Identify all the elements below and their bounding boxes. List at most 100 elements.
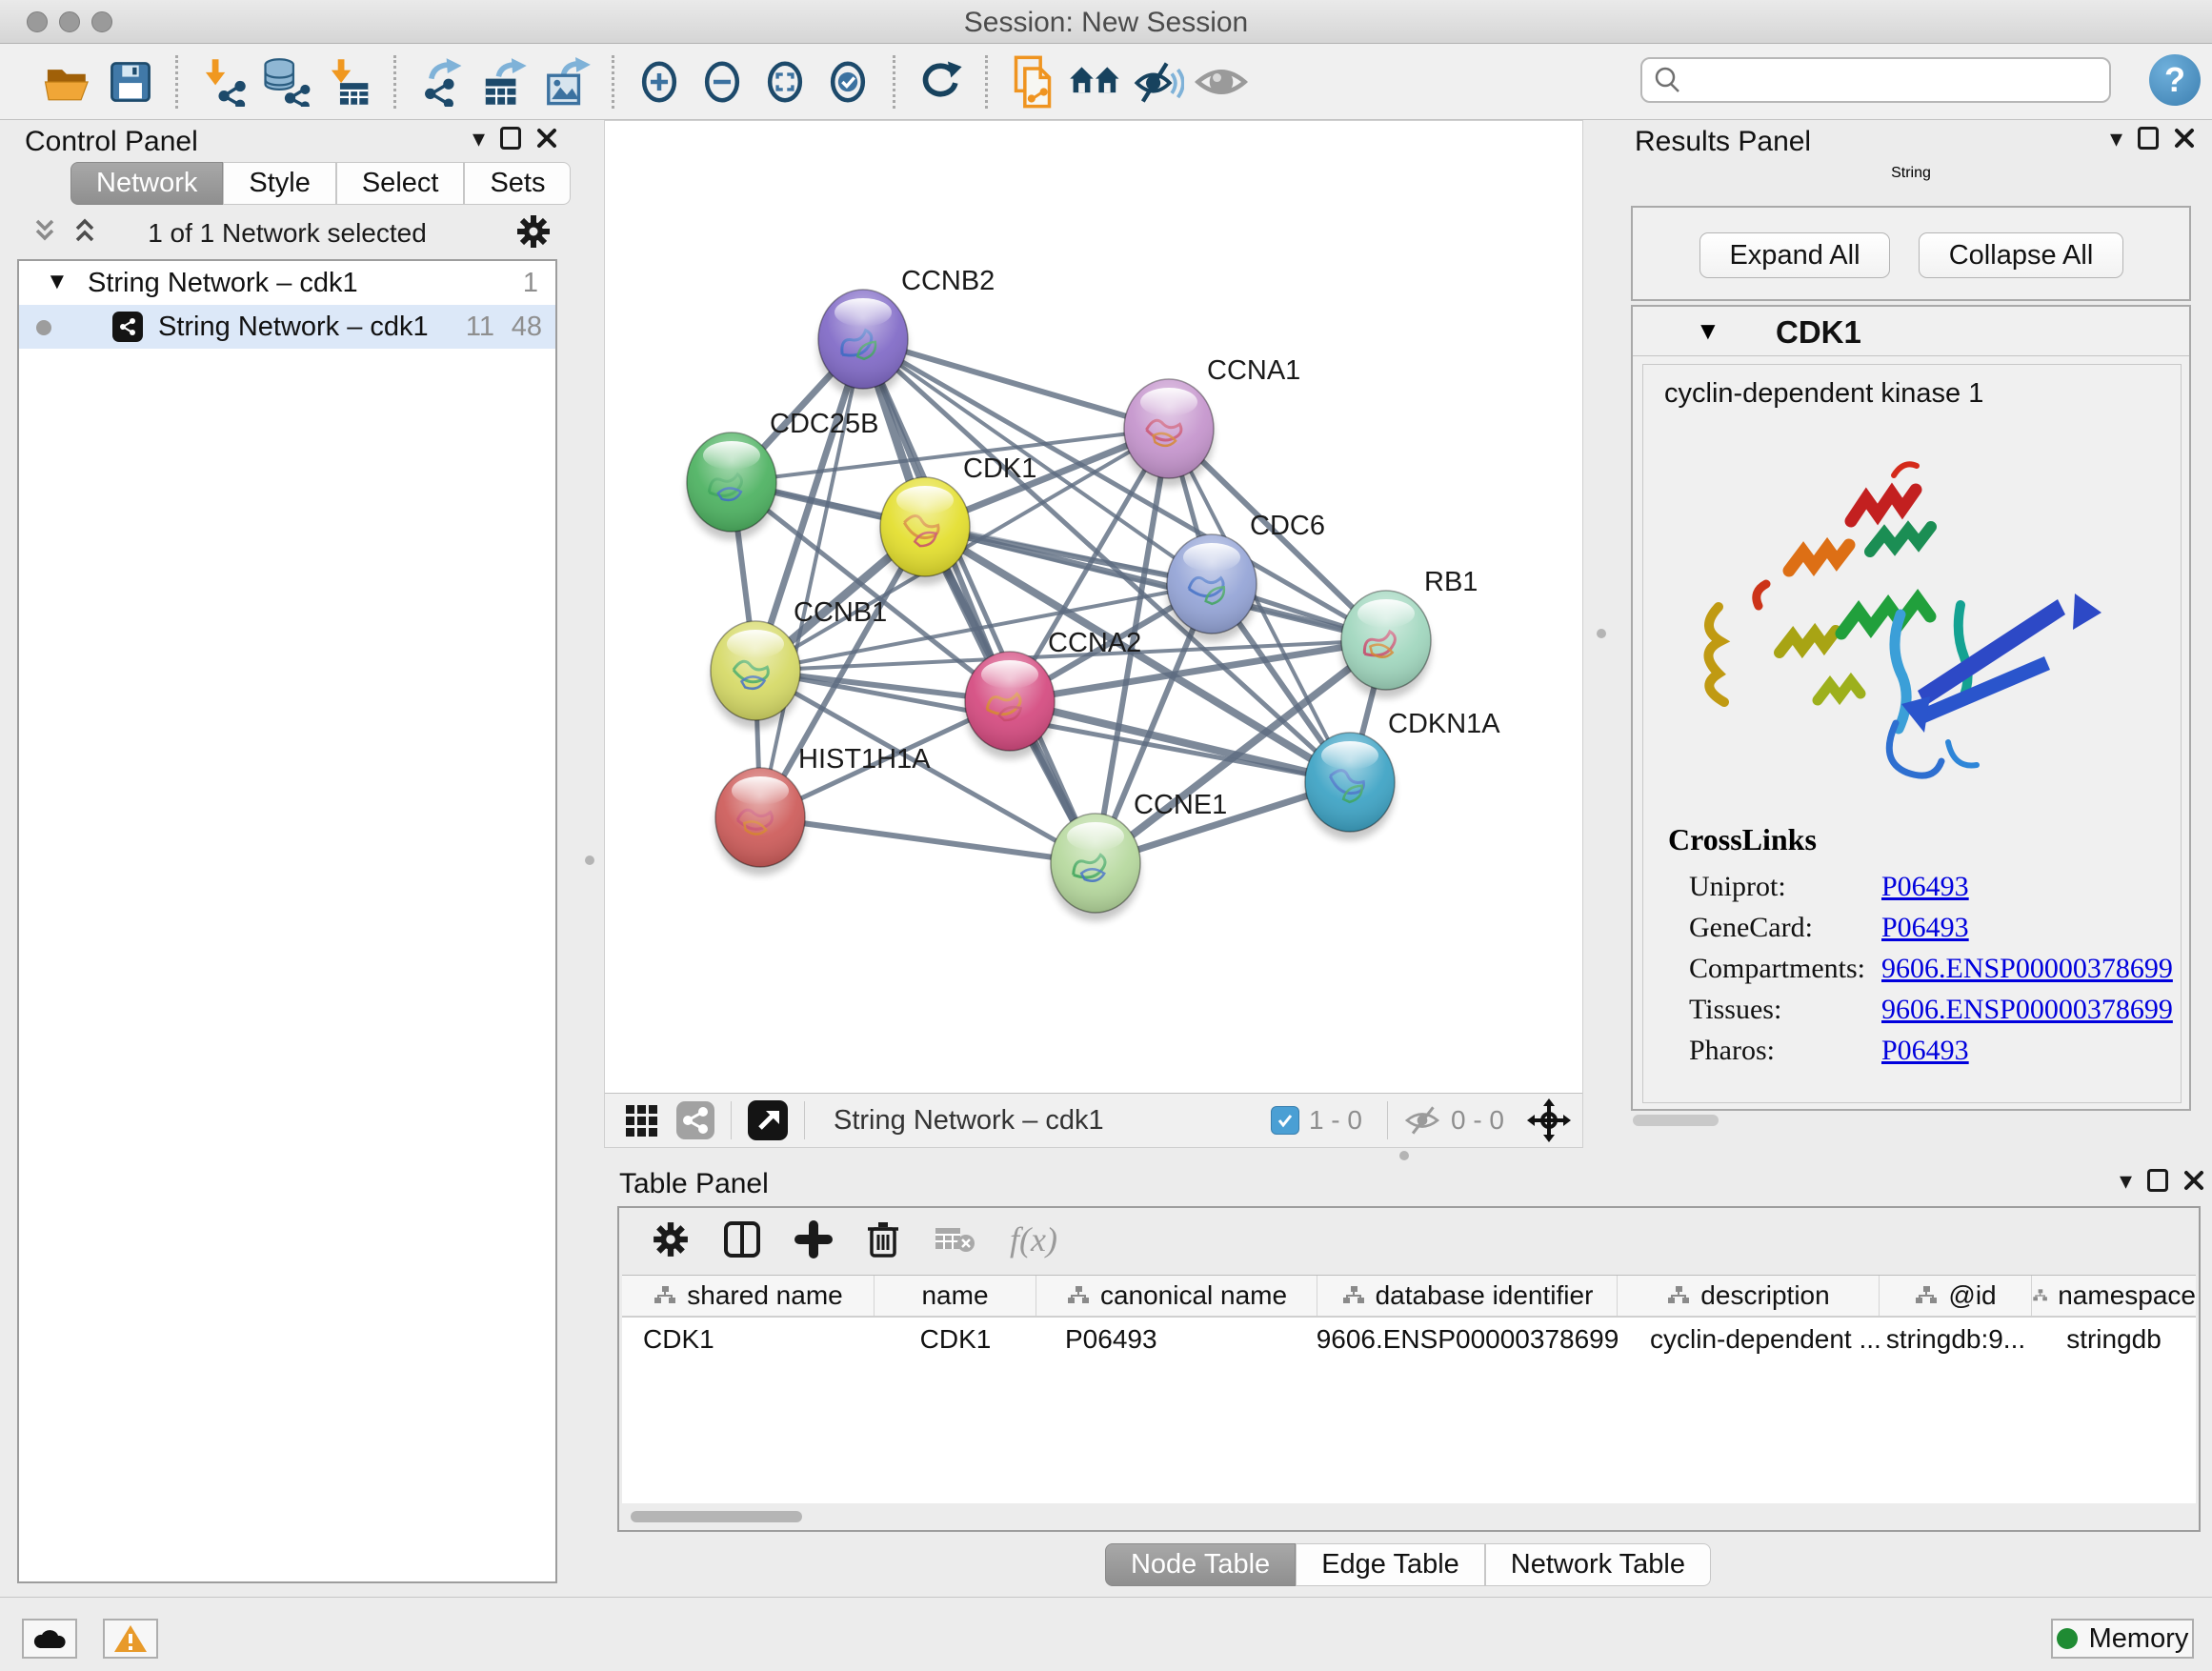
table-tabs: Node Table Edge Table Network Table [604, 1543, 2212, 1586]
network-column-icon [1914, 1284, 1939, 1307]
add-column-button[interactable] [794, 1220, 833, 1258]
zoom-out-button[interactable] [691, 52, 754, 111]
panel-menu-icon[interactable]: ▾ [2110, 126, 2122, 151]
panel-menu-icon[interactable]: ▾ [473, 126, 485, 151]
expand-all-button[interactable]: Expand All [1699, 232, 1890, 278]
close-panel-icon[interactable] [2174, 128, 2195, 149]
float-panel-icon[interactable] [2147, 1169, 2168, 1192]
function-builder-button[interactable]: f(x) [1010, 1219, 1057, 1259]
memory-button[interactable]: Memory [2051, 1619, 2194, 1659]
hide-eye-icon [1133, 58, 1184, 106]
control-panel: Control Panel ▾ Network Style Select Set… [10, 120, 565, 1593]
tissues-link[interactable]: 9606.ENSP00000378699 [1881, 994, 2173, 1026]
left-splitter-handle[interactable] [585, 856, 594, 865]
network-edge[interactable] [863, 339, 1096, 863]
results-scrollbar[interactable] [1633, 1115, 1719, 1126]
column-header-database-identifier[interactable]: database identifier [1317, 1276, 1618, 1316]
genecard-link[interactable]: P06493 [1881, 912, 1969, 944]
tab-select[interactable]: Select [336, 162, 465, 205]
pharos-link[interactable]: P06493 [1881, 1035, 1969, 1067]
network-share-view-icon[interactable] [675, 1100, 715, 1140]
string-documents-button[interactable] [1001, 52, 1064, 111]
table-settings-button[interactable] [652, 1220, 690, 1258]
zoom-selected-button[interactable] [816, 52, 879, 111]
crosslinks-title: CrossLinks [1668, 822, 2173, 857]
panel-menu-icon[interactable]: ▾ [2120, 1168, 2132, 1193]
search-input[interactable] [1692, 66, 2109, 95]
column-header-description[interactable]: description [1618, 1276, 1880, 1316]
export-network-button[interactable] [410, 52, 473, 111]
network-edge[interactable] [760, 817, 1096, 863]
network-node-CCNE1[interactable]: CCNE1 [1051, 790, 1227, 921]
network-tree: ▼ String Network – cdk1 1 String Network… [17, 259, 557, 1583]
export-image-button[interactable] [535, 52, 598, 111]
network-canvas[interactable]: CCNB2CCNA1CDC25BCDK1CDC6RB1CCNB1CCNA2CDK… [605, 121, 1584, 1095]
refresh-button[interactable] [909, 52, 972, 111]
grid-view-icon[interactable] [624, 1103, 658, 1137]
export-table-button[interactable] [473, 52, 535, 111]
show-glass-effect-button[interactable] [1190, 52, 1253, 111]
column-header-name[interactable]: name [875, 1276, 1036, 1316]
network-collection-row[interactable]: ▼ String Network – cdk1 1 [19, 261, 555, 305]
float-panel-icon[interactable] [2138, 127, 2159, 150]
compartments-link[interactable]: 9606.ENSP00000378699 [1881, 953, 2173, 985]
selected-checkbox-icon[interactable] [1271, 1106, 1299, 1135]
table-horizontal-scrollbar[interactable] [627, 1509, 2195, 1524]
hide-glass-effect-button[interactable] [1127, 52, 1190, 111]
table-row[interactable]: CDK1 CDK1 P06493 9606.ENSP00000378699 cy… [622, 1318, 2196, 1361]
collapse-all-button[interactable]: Collapse All [1919, 232, 2123, 278]
column-header-shared-name[interactable]: shared name [622, 1276, 875, 1316]
tab-node-table[interactable]: Node Table [1105, 1543, 1296, 1586]
import-network-database-button[interactable] [254, 52, 317, 111]
select-columns-button[interactable] [722, 1219, 762, 1259]
network-node-CDKN1A[interactable]: CDKN1A [1305, 709, 1500, 840]
fit-content-button[interactable] [754, 52, 816, 111]
close-panel-icon[interactable] [2183, 1170, 2204, 1191]
warnings-button[interactable] [103, 1619, 158, 1659]
network-node-HIST1H1A[interactable]: HIST1H1A [715, 744, 931, 876]
string-home-button[interactable] [1064, 52, 1127, 111]
network-node-RB1[interactable]: RB1 [1341, 567, 1478, 698]
scrollbar-thumb[interactable] [631, 1511, 802, 1522]
export-network-icon [416, 57, 466, 107]
control-panel-tabs: Network Style Select Sets [70, 162, 571, 205]
tab-network-table[interactable]: Network Table [1485, 1543, 1711, 1586]
birds-eye-position-icon[interactable] [1527, 1098, 1571, 1142]
tab-edge-table[interactable]: Edge Table [1296, 1543, 1485, 1586]
zoom-in-button[interactable] [628, 52, 691, 111]
uniprot-link[interactable]: P06493 [1881, 871, 1969, 903]
zoom-in-icon [634, 57, 684, 107]
cloud-status-button[interactable] [22, 1619, 77, 1659]
tree-expand-icon[interactable]: ▼ [46, 269, 69, 295]
control-panel-header: Control Panel ▾ [10, 120, 565, 160]
detach-view-icon[interactable] [747, 1099, 789, 1141]
search-box [1640, 57, 2111, 103]
tab-sets[interactable]: Sets [464, 162, 571, 205]
import-network-file-button[interactable] [191, 52, 254, 111]
open-session-button[interactable] [36, 52, 99, 111]
column-header-namespace[interactable]: namespace [2032, 1276, 2196, 1316]
gear-icon[interactable] [515, 213, 552, 250]
gene-header-row[interactable]: ▼ CDK1 [1633, 307, 2189, 356]
tab-string-results[interactable]: String [1862, 160, 1960, 187]
column-header-canonical-name[interactable]: canonical name [1036, 1276, 1317, 1316]
tab-style[interactable]: Style [223, 162, 335, 205]
delete-table-button[interactable] [934, 1222, 975, 1257]
right-splitter-handle[interactable] [1597, 629, 1606, 638]
bottom-splitter-handle[interactable] [1399, 1151, 1409, 1160]
column-header-id[interactable]: @id [1880, 1276, 2032, 1316]
table-box: f(x) shared name name canonical name [617, 1206, 2201, 1532]
tab-network[interactable]: Network [70, 162, 223, 205]
gene-expand-icon[interactable]: ▼ [1696, 316, 1720, 346]
import-table-button[interactable] [317, 52, 380, 111]
protein-structure-image [1670, 426, 2156, 807]
save-session-button[interactable] [99, 52, 162, 111]
help-button[interactable]: ? [2149, 54, 2201, 106]
float-panel-icon[interactable] [500, 127, 521, 150]
network-row[interactable]: String Network – cdk1 11 48 [19, 305, 555, 349]
close-panel-icon[interactable] [536, 128, 557, 149]
delete-column-button[interactable] [865, 1219, 901, 1259]
network-node-CCNB1[interactable]: CCNB1 [711, 597, 887, 729]
network-column-icon [1666, 1284, 1691, 1307]
node-label: HIST1H1A [798, 744, 931, 775]
